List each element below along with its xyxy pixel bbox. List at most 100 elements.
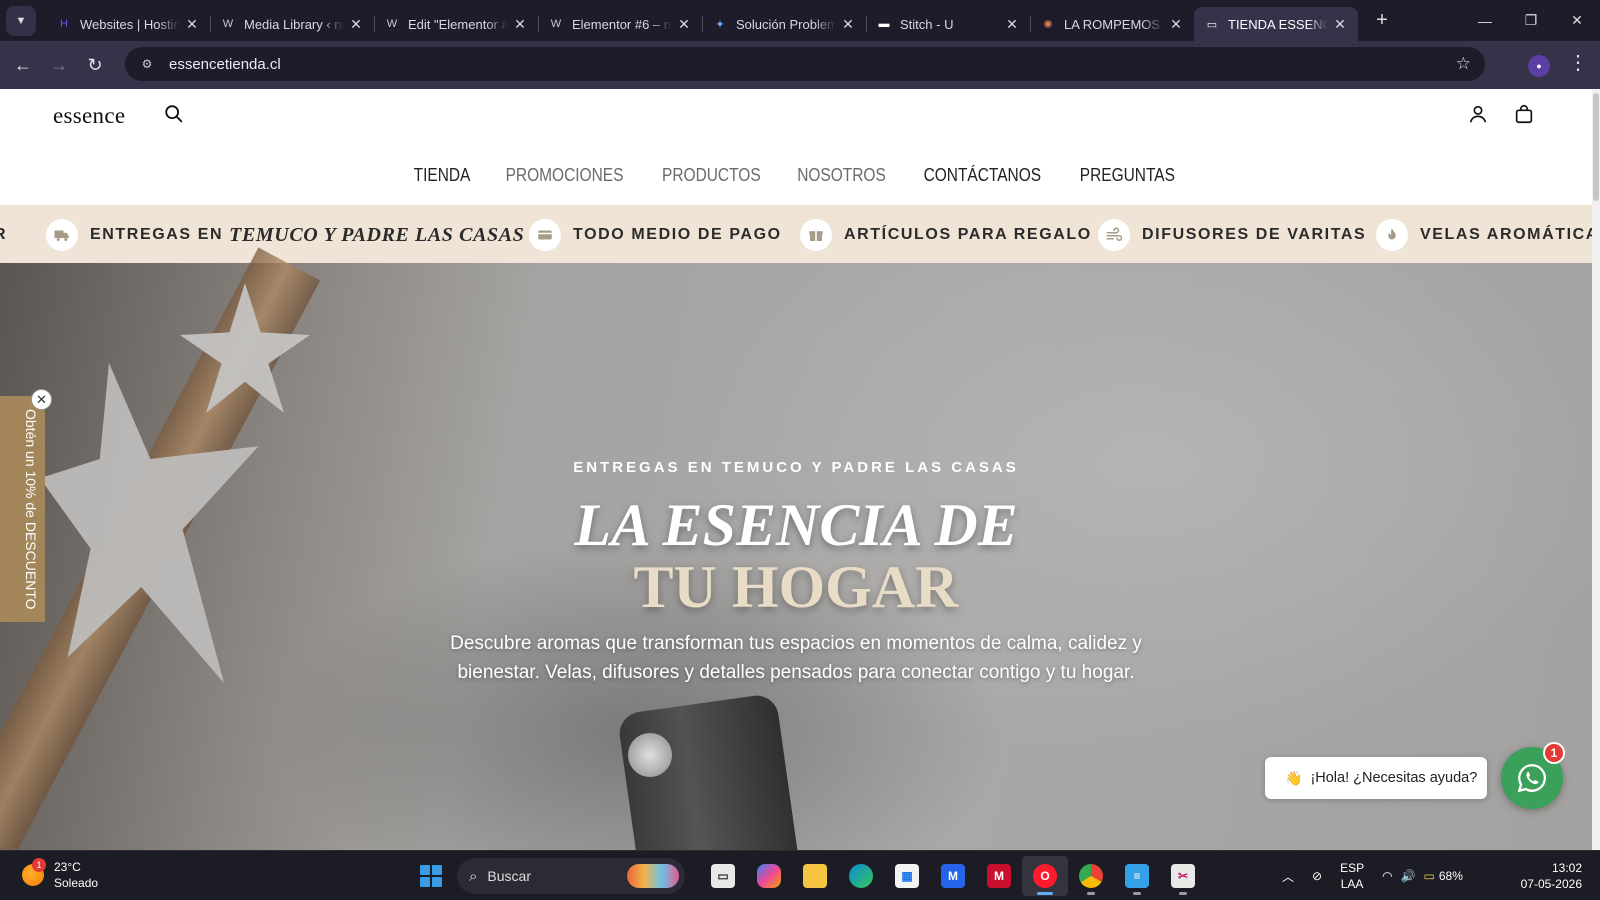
app-button[interactable]: M — [930, 856, 976, 896]
marquee-item-text: VELAS AROMÁTICAS — [1420, 226, 1592, 243]
scrollbar-thumb[interactable] — [1593, 93, 1599, 201]
discount-tab-text[interactable]: Obtén un 10% de DESCUENTO — [13, 409, 39, 610]
nav-link-nosotros[interactable]: NOSOTROS — [797, 165, 886, 186]
restore-icon[interactable]: ❐ — [1508, 0, 1554, 41]
reload-button[interactable]: ↻ — [77, 47, 113, 83]
account-icon[interactable] — [1467, 103, 1489, 125]
nav-link-contáctanos[interactable]: CONTÁCTANOS — [924, 165, 1042, 186]
minimize-icon[interactable]: — — [1462, 0, 1508, 41]
truck-icon — [46, 219, 78, 251]
file-explorer-button[interactable] — [792, 856, 838, 896]
search-highlight-image — [627, 864, 679, 888]
mcafee-button[interactable]: M — [976, 856, 1022, 896]
shopping-bag-icon[interactable] — [1513, 103, 1535, 125]
nav-link-preguntas[interactable]: PREGUNTAS — [1080, 165, 1175, 186]
close-icon[interactable]: ✕ — [1004, 16, 1020, 33]
folder-icon — [803, 864, 827, 888]
nav-link-tienda[interactable]: TIENDA — [414, 165, 471, 186]
browser-tab[interactable]: W Edit "Elementor #6"✕ — [374, 7, 538, 41]
battery-percent: 68% — [1438, 869, 1463, 883]
arrow-left-icon: ← — [14, 54, 32, 75]
wordpress-icon: W — [386, 18, 398, 30]
browser-menu-icon[interactable]: ⋮ — [1568, 50, 1588, 75]
weather-widget[interactable]: 1 23°C Soleado — [22, 858, 98, 891]
nav-link-productos[interactable]: PRODUCTOS — [663, 165, 762, 186]
chat-greeting-bubble[interactable]: 👋 ¡Hola! ¿Necesitas ayuda? — [1265, 757, 1487, 799]
page-scrollbar[interactable] — [1592, 89, 1600, 850]
taskbar-apps: ▭ ▦ M M O ≡ ✂ — [700, 856, 1206, 896]
chevron-down-icon: ▼ — [15, 14, 27, 27]
browser-tab[interactable]: W Elementor #6 – nombre✕ — [538, 7, 702, 41]
forward-button[interactable]: → — [41, 47, 77, 83]
opera-button[interactable]: O — [1022, 856, 1068, 896]
start-tile — [432, 865, 442, 875]
wifi-icon[interactable]: ◠ — [1382, 869, 1392, 883]
close-window-icon[interactable]: ✕ — [1554, 0, 1600, 41]
close-icon[interactable]: ✕ — [184, 16, 200, 33]
system-tray: ︿ ⊘ ESP LAA ◠ 🔊 ▭ 68% — [1282, 851, 1463, 900]
discount-side-tab[interactable]: Obtén un 10% de DESCUENTO — [0, 396, 45, 622]
gift-icon — [800, 219, 832, 251]
nav-link-promociones[interactable]: PROMOCIONES — [506, 165, 624, 186]
sun-icon: 1 — [22, 858, 46, 886]
network-off-icon[interactable]: ⊘ — [1312, 869, 1322, 883]
battery-icon[interactable]: ▭ — [1424, 869, 1435, 883]
volume-icon[interactable]: 🔊 — [1401, 869, 1416, 883]
taskbar-search[interactable]: ⌕ Buscar — [457, 858, 685, 894]
edge-button[interactable] — [838, 856, 884, 896]
store-button[interactable]: ▦ — [884, 856, 930, 896]
tab-title: Solución Problemas — [736, 16, 836, 32]
close-icon[interactable]: ✕ — [1332, 16, 1348, 33]
browser-tab[interactable]: H Websites | Hostinger✕ — [46, 7, 210, 41]
marquee-item-text: DIFUSORES DE VARITAS — [1142, 226, 1367, 243]
task-view-button[interactable]: ▭ — [700, 856, 746, 896]
url-text[interactable]: essencetienda.cl — [169, 56, 281, 73]
reload-icon: ↻ — [87, 54, 103, 75]
notepad-button[interactable]: ≡ — [1114, 856, 1160, 896]
browser-tab[interactable]: ✺ LA ROMPEMOS ✕ — [1030, 7, 1194, 41]
hero-description: Descubre aromas que transforman tus espa… — [450, 633, 1142, 683]
browser-tab[interactable]: ▭ TIENDA ESSENCE✕ — [1194, 7, 1358, 41]
browser-tab[interactable]: W Media Library ‹ nombre✕ — [210, 7, 374, 41]
language-indicator[interactable]: ESP LAA — [1340, 860, 1364, 892]
close-icon[interactable]: ✕ — [512, 16, 528, 33]
bookmark-star-icon[interactable]: ☆ — [1456, 54, 1471, 74]
search-icon: ⌕ — [469, 867, 478, 885]
weather-badge: 1 — [32, 858, 46, 872]
back-button[interactable]: ← — [5, 47, 41, 83]
site-settings-icon[interactable]: ⚙ — [137, 54, 157, 74]
claude-icon: ✺ — [1043, 18, 1053, 31]
chat-notification-badge: 1 — [1543, 742, 1565, 764]
shield-icon: M — [987, 864, 1011, 888]
taskbar-clock[interactable]: 13:02 07-05-2026 — [1510, 860, 1596, 892]
address-bar[interactable]: ⚙ essencetienda.cl ☆ — [125, 47, 1485, 81]
close-icon[interactable]: ✕ — [676, 16, 692, 33]
weather-temp: 23°C — [54, 860, 81, 874]
tab-title: Stitch - U — [900, 16, 954, 32]
close-icon[interactable]: ✕ — [348, 16, 364, 33]
copilot-icon — [757, 864, 781, 888]
close-icon[interactable]: ✕ — [840, 16, 856, 33]
snipping-tool-button[interactable]: ✂ — [1160, 856, 1206, 896]
wordpress-icon: W — [550, 18, 562, 30]
profile-avatar[interactable]: ● — [1528, 55, 1550, 77]
wind-icon — [1098, 219, 1130, 251]
chrome-button[interactable] — [1068, 856, 1114, 896]
browser-tab-strip: ▼ HWebsites | Hostinger✕WMedia Library ‹… — [0, 0, 1600, 41]
hero-kicker: ENTREGAS EN TEMUCO Y PADRE LAS CASAS — [573, 459, 1019, 476]
tab-search-button[interactable]: ▼ — [6, 5, 36, 36]
browser-tab[interactable]: ▬ Stitch - U ✕ — [866, 7, 1030, 41]
browser-tab[interactable]: ✦ Solución Problemas✕ — [702, 7, 866, 41]
search-icon[interactable] — [163, 103, 185, 125]
windows-start-icon[interactable] — [420, 865, 442, 887]
close-icon[interactable]: ✕ — [31, 389, 52, 410]
marquee-item: VELAS AROMÁTICAS — [1376, 219, 1592, 251]
close-icon[interactable]: ✕ — [1168, 16, 1184, 33]
copilot-button[interactable] — [746, 856, 792, 896]
store-icon: ▦ — [895, 864, 919, 888]
waving-hand-icon: 👋 — [1285, 769, 1303, 786]
chevron-up-icon[interactable]: ︿ — [1282, 868, 1294, 885]
new-tab-button[interactable]: + — [1370, 9, 1394, 32]
main-navigation: TIENDA PROMOCIONES PRODUCTOS NOSOTROS CONTÁC… — [0, 165, 1592, 186]
site-logo[interactable]: essence — [53, 103, 125, 129]
